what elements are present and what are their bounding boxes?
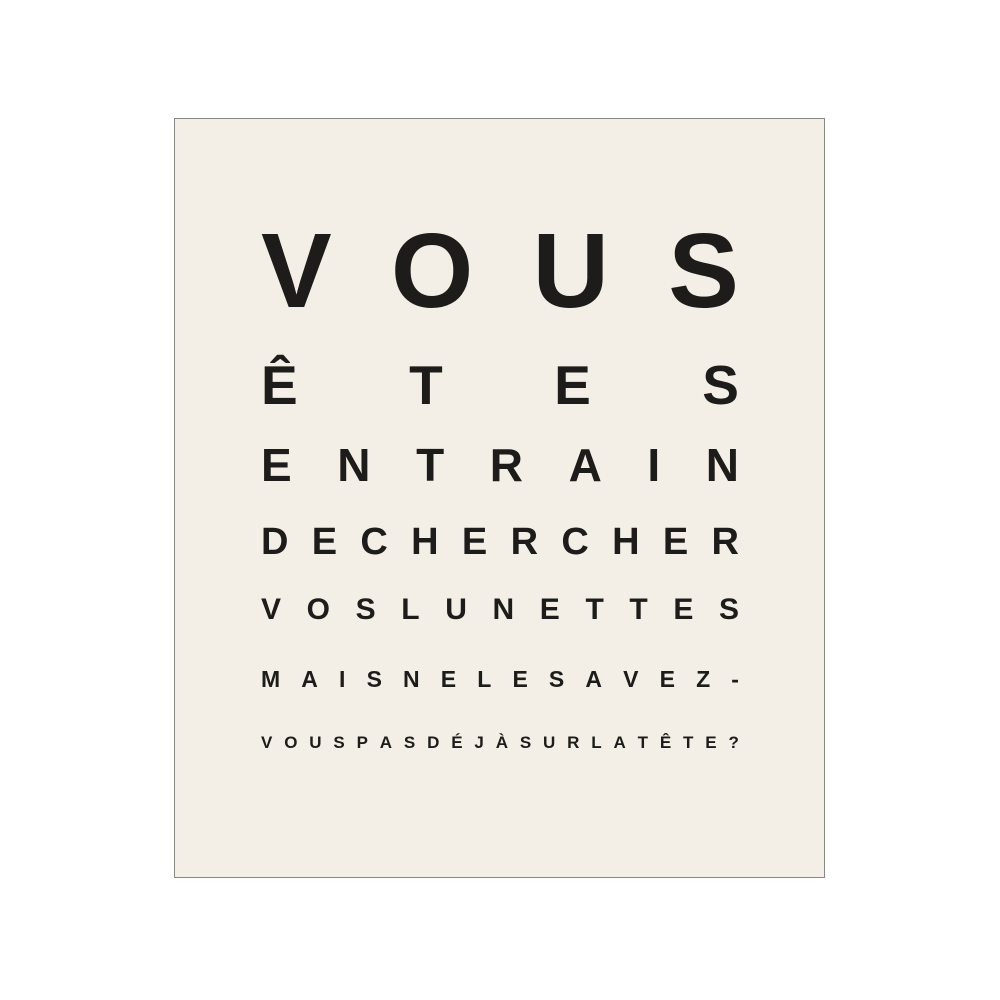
chart-line-2: ÊTES xyxy=(261,354,739,416)
chart-line-6: MAISNELESAVEZ- xyxy=(261,666,739,692)
chart-line-4: DECHERCHER xyxy=(261,521,739,563)
eye-chart-poster: VOUS ÊTES ENTRAIN DECHERCHER VOSLUNETTES… xyxy=(174,118,825,878)
chart-line-5: VOSLUNETTES xyxy=(261,593,739,626)
chart-line-3: ENTRAIN xyxy=(261,439,739,491)
chart-line-7: V O U S P A S D É J À S U R L A T Ê T E? xyxy=(261,733,739,752)
chart-line-1: VOUS xyxy=(261,212,739,330)
